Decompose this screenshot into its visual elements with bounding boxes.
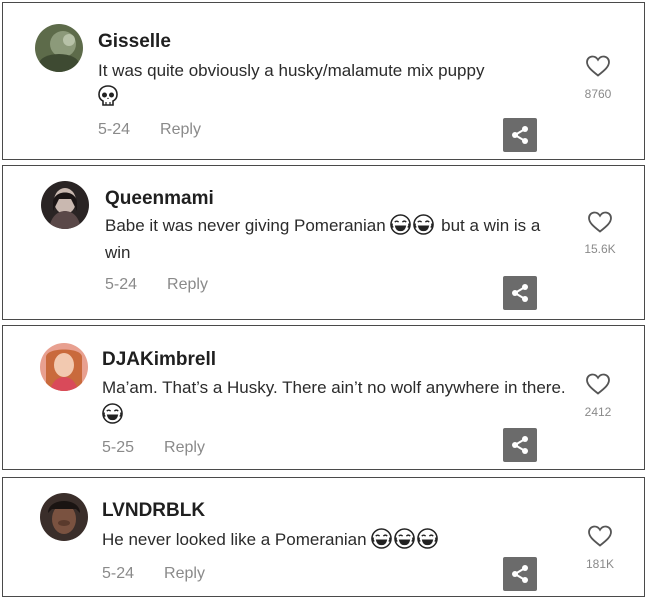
comment-date: 5-25 <box>102 439 135 456</box>
comment-card: Gisselle It was quite obviously a husky/… <box>2 2 645 160</box>
like-count: 8760 <box>584 87 612 101</box>
heart-icon[interactable] <box>587 524 613 548</box>
share-icon <box>512 126 528 144</box>
comment-meta: 5-24 Reply <box>105 276 208 294</box>
comment-date: 5-24 <box>105 276 138 293</box>
username[interactable]: Gisselle <box>98 31 171 53</box>
laughing-emoji <box>394 528 416 549</box>
avatar[interactable] <box>41 181 89 229</box>
heart-icon[interactable] <box>587 210 613 234</box>
heart-icon[interactable] <box>585 372 611 396</box>
like-count: 181K <box>585 557 615 571</box>
comment-card: LVNDRBLK He never looked like a Pomerani… <box>2 477 645 597</box>
comment-date: 5-24 <box>98 121 131 138</box>
laughing-emoji <box>102 403 123 424</box>
comment-text-body: Babe it was never giving Pomeranian <box>105 216 386 235</box>
share-icon <box>512 284 528 302</box>
username[interactable]: LVNDRBLK <box>102 500 205 522</box>
comment-text: It was quite obviously a husky/malamute … <box>98 57 558 111</box>
avatar[interactable] <box>40 493 88 541</box>
reply-button[interactable]: Reply <box>164 439 205 456</box>
share-icon <box>512 565 528 583</box>
comment-meta: 5-25 Reply <box>102 439 205 457</box>
avatar[interactable] <box>40 343 88 391</box>
comment-text-body: It was quite obviously a husky/malamute … <box>98 61 485 80</box>
laughing-emoji <box>417 528 439 549</box>
reply-button[interactable]: Reply <box>160 121 201 138</box>
share-button[interactable] <box>503 557 537 591</box>
comment-card: Queenmami Babe it was never giving Pomer… <box>2 165 645 320</box>
comment-meta: 5-24 Reply <box>98 121 201 139</box>
heart-icon[interactable] <box>585 54 611 78</box>
laughing-emoji <box>413 214 435 235</box>
avatar[interactable] <box>35 24 83 72</box>
reply-button[interactable]: Reply <box>167 276 208 293</box>
comment-date: 5-24 <box>102 565 135 582</box>
skull-emoji <box>98 85 118 107</box>
username[interactable]: Queenmami <box>105 188 214 210</box>
comment-text: Ma’am. That’s a Husky. There ain’t no wo… <box>102 374 567 428</box>
comment-text-body: Ma’am. That’s a Husky. There ain’t no wo… <box>102 378 566 397</box>
share-icon <box>512 436 528 454</box>
share-button[interactable] <box>503 118 537 152</box>
comment-text-body: He never looked like a Pomeranian <box>102 530 367 549</box>
username[interactable]: DJAKimbrell <box>102 349 216 371</box>
share-button[interactable] <box>503 428 537 462</box>
laughing-emoji <box>371 528 393 549</box>
like-count: 2412 <box>584 405 612 419</box>
like-count: 15.6K <box>584 242 616 256</box>
reply-button[interactable]: Reply <box>164 565 205 582</box>
share-button[interactable] <box>503 276 537 310</box>
comment-card: DJAKimbrell Ma’am. That’s a Husky. There… <box>2 325 645 470</box>
comment-meta: 5-24 Reply <box>102 565 205 583</box>
laughing-emoji <box>390 214 412 235</box>
comment-text: Babe it was never giving Pomeranian but … <box>105 212 570 266</box>
comment-text: He never looked like a Pomeranian <box>102 526 567 553</box>
